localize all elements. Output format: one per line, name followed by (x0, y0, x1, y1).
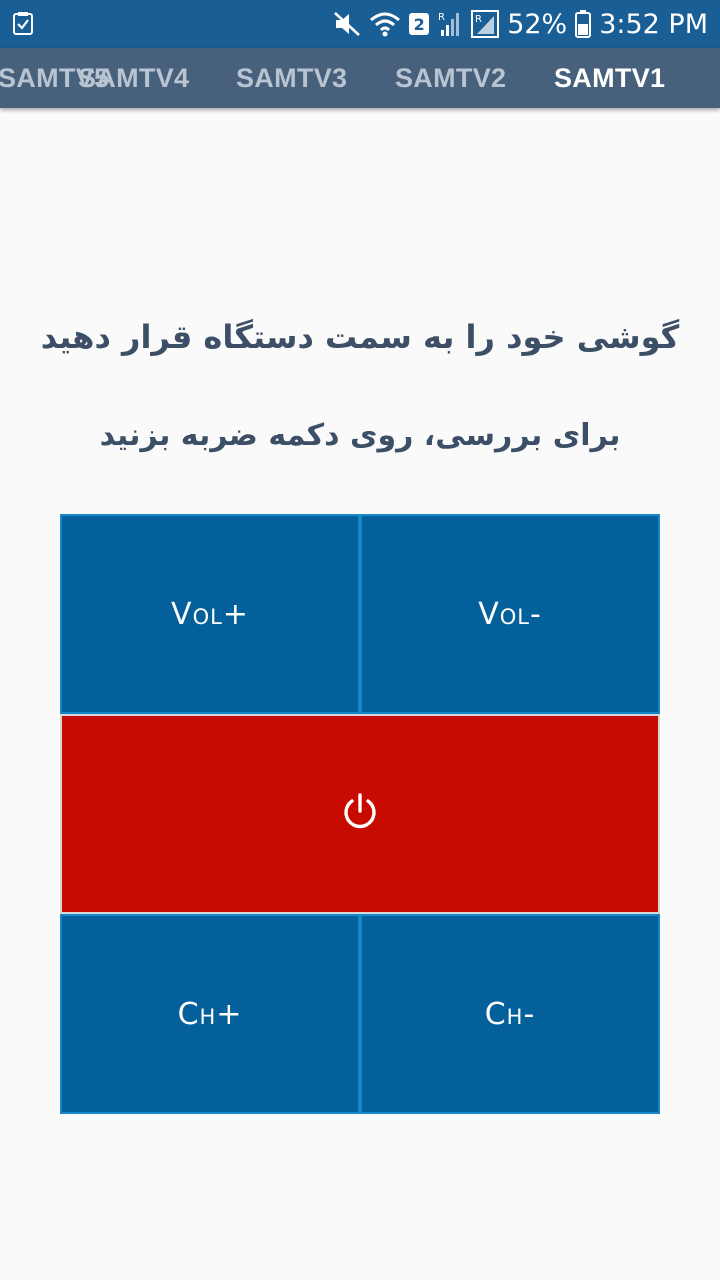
svg-text:R: R (438, 12, 445, 23)
battery-percent: 52% (507, 8, 568, 40)
device-tabs: SAMTV5 SAMTV4 SAMTV3 SAMTV2 SAMTV1 (0, 48, 720, 108)
svg-text:R: R (475, 14, 482, 25)
status-bar: 2 R R 52% 3:52 PM (0, 0, 720, 48)
clipboard-check-icon (12, 12, 34, 36)
tab-samtv2[interactable]: SAMTV2 (395, 48, 506, 108)
clock: 3:52 PM (599, 8, 708, 40)
channel-up-button[interactable]: Ch+ (60, 914, 360, 1114)
power-icon (340, 792, 380, 836)
mute-icon (333, 11, 361, 37)
tab-samtv3[interactable]: SAMTV3 (236, 48, 347, 108)
sim-2-badge: 2 (409, 13, 430, 35)
channel-down-label: Ch- (484, 996, 536, 1032)
volume-up-label: Vol+ (171, 596, 249, 632)
tab-samtv4[interactable]: SAMTV4 (78, 48, 189, 108)
instruction-tap-button: برای بررسی، روی دکمه ضربه بزنید (99, 418, 621, 453)
remote-control-grid: Vol+ Vol- Ch+ Ch- (60, 514, 660, 1114)
volume-down-button[interactable]: Vol- (360, 514, 660, 714)
signal-r-icon: R (471, 10, 500, 38)
channel-up-label: Ch+ (177, 996, 243, 1032)
tab-samtv1[interactable]: SAMTV1 (554, 48, 665, 108)
signal-r-icon: R (437, 10, 463, 38)
volume-up-button[interactable]: Vol+ (60, 514, 360, 714)
battery-icon (575, 10, 592, 38)
power-button[interactable] (60, 714, 660, 914)
instruction-point-phone: گوشی خود را به سمت دستگاه قرار دهید (40, 318, 680, 356)
volume-down-label: Vol- (478, 596, 542, 632)
wifi-icon (369, 11, 401, 37)
channel-down-button[interactable]: Ch- (360, 914, 660, 1114)
